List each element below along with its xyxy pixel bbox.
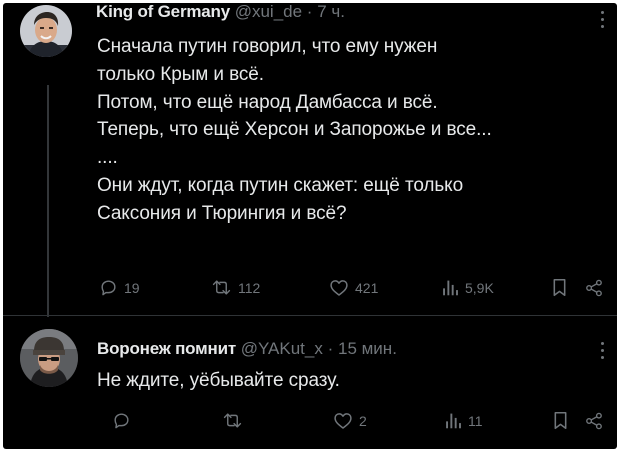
bookmark-icon [553, 278, 566, 297]
bookmark-button[interactable] [552, 278, 567, 297]
views-count: 11 [468, 412, 483, 429]
avatar-photo [20, 5, 72, 57]
tweet-text-line: только Крым и всё. [97, 63, 264, 85]
avatar[interactable] [20, 329, 78, 387]
views-button[interactable]: 11 [444, 411, 483, 430]
author-handle[interactable]: @xui_de [235, 3, 302, 21]
tweet-text-line: Не ждите, уёбывайте сразу. [97, 370, 340, 391]
timestamp[interactable]: 7 ч. [317, 3, 345, 21]
repost-icon [223, 413, 242, 428]
reply-button[interactable]: 19 [99, 278, 140, 297]
tweet-header: Воронеж помнит @YAKut_x · 15 мин. [97, 339, 397, 359]
tweet-thread: King of Germany @xui_de · 7 ч. Сначала п… [3, 3, 617, 449]
tweet-text-line: .... [97, 147, 118, 169]
separator-dot: · [306, 3, 313, 21]
repost-button[interactable] [222, 411, 249, 430]
avatar-photo [20, 329, 78, 387]
tweet-text-line: Саксония и Тюрингия и всё? [97, 202, 347, 224]
like-icon [334, 413, 352, 429]
tweet-text: Сначала путин говорил, что ему нужен тол… [97, 33, 492, 228]
tweet-header: King of Germany @xui_de · 7 ч. [96, 3, 345, 22]
views-count: 5,9K [465, 279, 494, 296]
reply-count: 19 [124, 279, 140, 296]
views-button[interactable]: 5,9K [441, 278, 494, 297]
timestamp[interactable]: 15 мин. [338, 339, 397, 358]
like-button[interactable]: 2 [333, 411, 367, 430]
author-name[interactable]: King of Germany [96, 3, 230, 21]
tweet-text-line: Теперь, что ещё Херсон и Запорожье и все… [97, 119, 492, 141]
repost-icon [212, 280, 231, 295]
views-icon [443, 280, 458, 296]
reply-button[interactable] [112, 411, 137, 430]
separator-dot: · [327, 339, 334, 358]
share-button[interactable] [585, 412, 603, 430]
like-count: 421 [355, 279, 379, 296]
avatar[interactable] [20, 5, 72, 57]
bookmark-button[interactable] [553, 411, 568, 430]
like-count: 2 [359, 412, 367, 429]
author-name[interactable]: Воронеж помнит [97, 339, 236, 358]
views-icon [446, 413, 461, 429]
tweet-divider [3, 315, 617, 316]
tweet-text-line: Сначала путин говорил, что ему нужен [97, 36, 438, 57]
like-icon [330, 280, 348, 296]
tweet-text: Не ждите, уёбывайте сразу. [97, 367, 340, 395]
repost-button[interactable]: 112 [211, 278, 260, 297]
reply-icon [101, 280, 116, 296]
thread-connector-line [47, 85, 49, 317]
like-button[interactable]: 421 [329, 278, 378, 297]
more-icon[interactable] [599, 342, 605, 359]
share-icon [586, 279, 602, 297]
reply-icon [114, 413, 129, 429]
tweet-text-line: Потом, что ещё народ Дамбасса и всё. [97, 91, 438, 113]
tweet-text-line: Они ждут, когда путин скажет: ещё только [97, 174, 464, 196]
share-icon [586, 412, 602, 430]
bookmark-icon [554, 411, 567, 430]
share-button[interactable] [585, 279, 603, 297]
author-handle[interactable]: @YAKut_x [241, 339, 323, 358]
more-icon[interactable] [599, 11, 605, 28]
repost-count: 112 [238, 279, 261, 296]
